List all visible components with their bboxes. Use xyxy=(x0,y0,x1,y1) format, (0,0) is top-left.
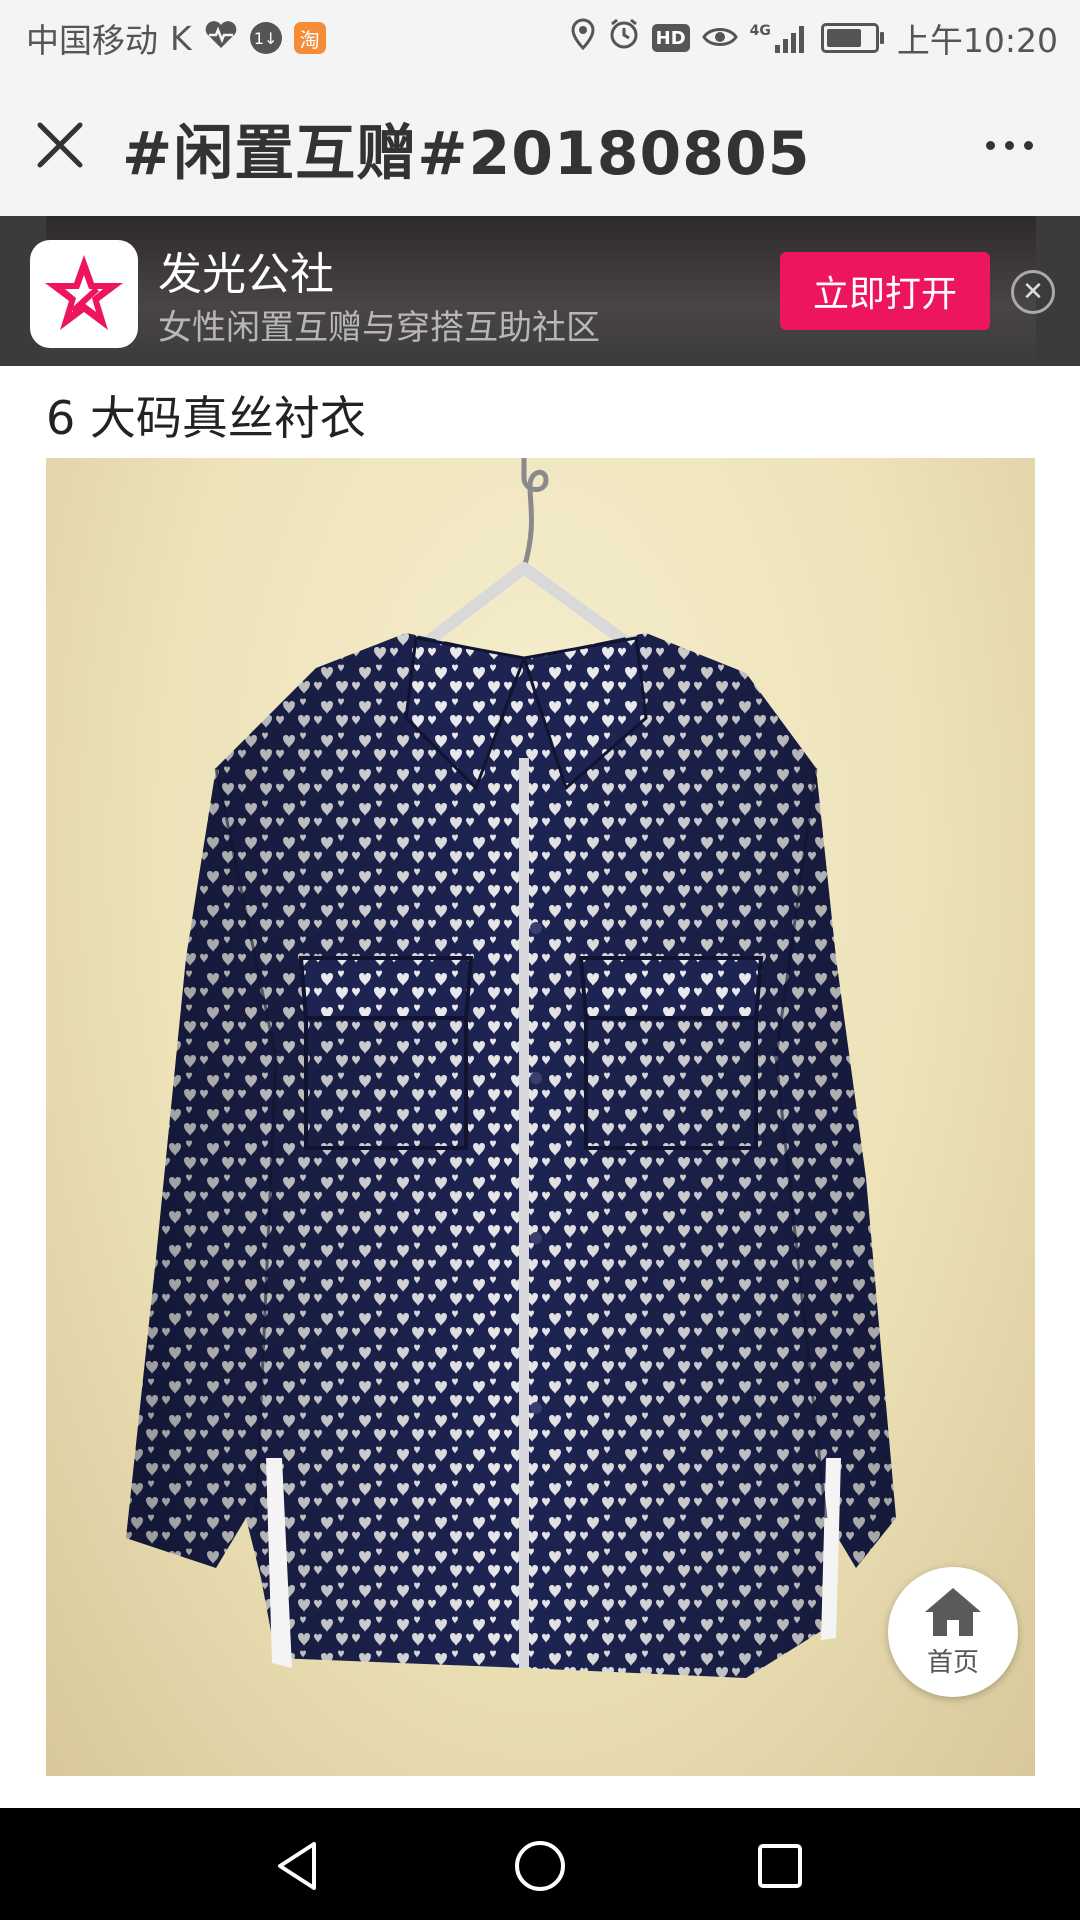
carrier-name: 中国移动 xyxy=(26,21,158,60)
home-icon xyxy=(925,1587,981,1636)
back-triangle-icon xyxy=(278,1842,316,1890)
recents-square-icon xyxy=(758,1844,802,1888)
carrier-suffix: K xyxy=(170,18,192,58)
app-logo xyxy=(30,240,138,348)
product-photo[interactable] xyxy=(46,458,1035,1776)
battery-icon xyxy=(820,23,884,53)
app-name: 发光公社 xyxy=(158,249,334,300)
taobao-icon: 淘 xyxy=(293,22,326,54)
page-title: #闲置互赠#20180805 xyxy=(122,119,811,189)
location-icon xyxy=(570,18,596,58)
banner-close-button[interactable]: ✕ xyxy=(1011,270,1055,314)
shirt-illustration xyxy=(126,458,896,1678)
close-button[interactable] xyxy=(30,115,90,175)
eye-icon xyxy=(701,19,738,58)
nav-back-button[interactable] xyxy=(270,1838,326,1894)
home-circle-icon xyxy=(515,1841,565,1891)
data-saver-icon: 1↓ xyxy=(249,22,282,54)
open-app-button[interactable]: 立即打开 xyxy=(780,252,990,330)
home-button-label: 首页 xyxy=(926,1647,979,1678)
home-button[interactable]: 首页 xyxy=(888,1567,1018,1697)
app-description: 女性闲置互赠与穿搭互助社区 xyxy=(158,308,600,348)
more-dots-icon xyxy=(985,140,995,150)
clock: 上午10:20 xyxy=(896,21,1058,60)
more-options-button[interactable] xyxy=(974,130,1044,160)
network-type: 4G xyxy=(749,23,771,39)
close-icon xyxy=(37,122,83,168)
app-banner: 发光公社 女性闲置互赠与穿搭互助社区 立即打开 ✕ xyxy=(0,216,1080,366)
page-header: #闲置互赠#20180805 xyxy=(0,75,1080,216)
close-circle-icon: ✕ xyxy=(1022,277,1044,307)
heart-rate-icon xyxy=(204,19,238,58)
nav-home-button[interactable] xyxy=(512,1838,568,1894)
system-nav-bar xyxy=(0,1808,1080,1920)
star-logo-icon xyxy=(45,255,123,330)
status-bar: 中国移动 K 1↓ 淘 HD 4G 上午10:20 xyxy=(0,0,1080,75)
alarm-icon xyxy=(608,18,640,58)
signal-icon: 4G xyxy=(750,23,809,53)
nav-recents-button[interactable] xyxy=(752,1838,808,1894)
item-title: 6 大码真丝衬衣 xyxy=(46,391,366,445)
hd-icon: HD xyxy=(651,24,690,52)
